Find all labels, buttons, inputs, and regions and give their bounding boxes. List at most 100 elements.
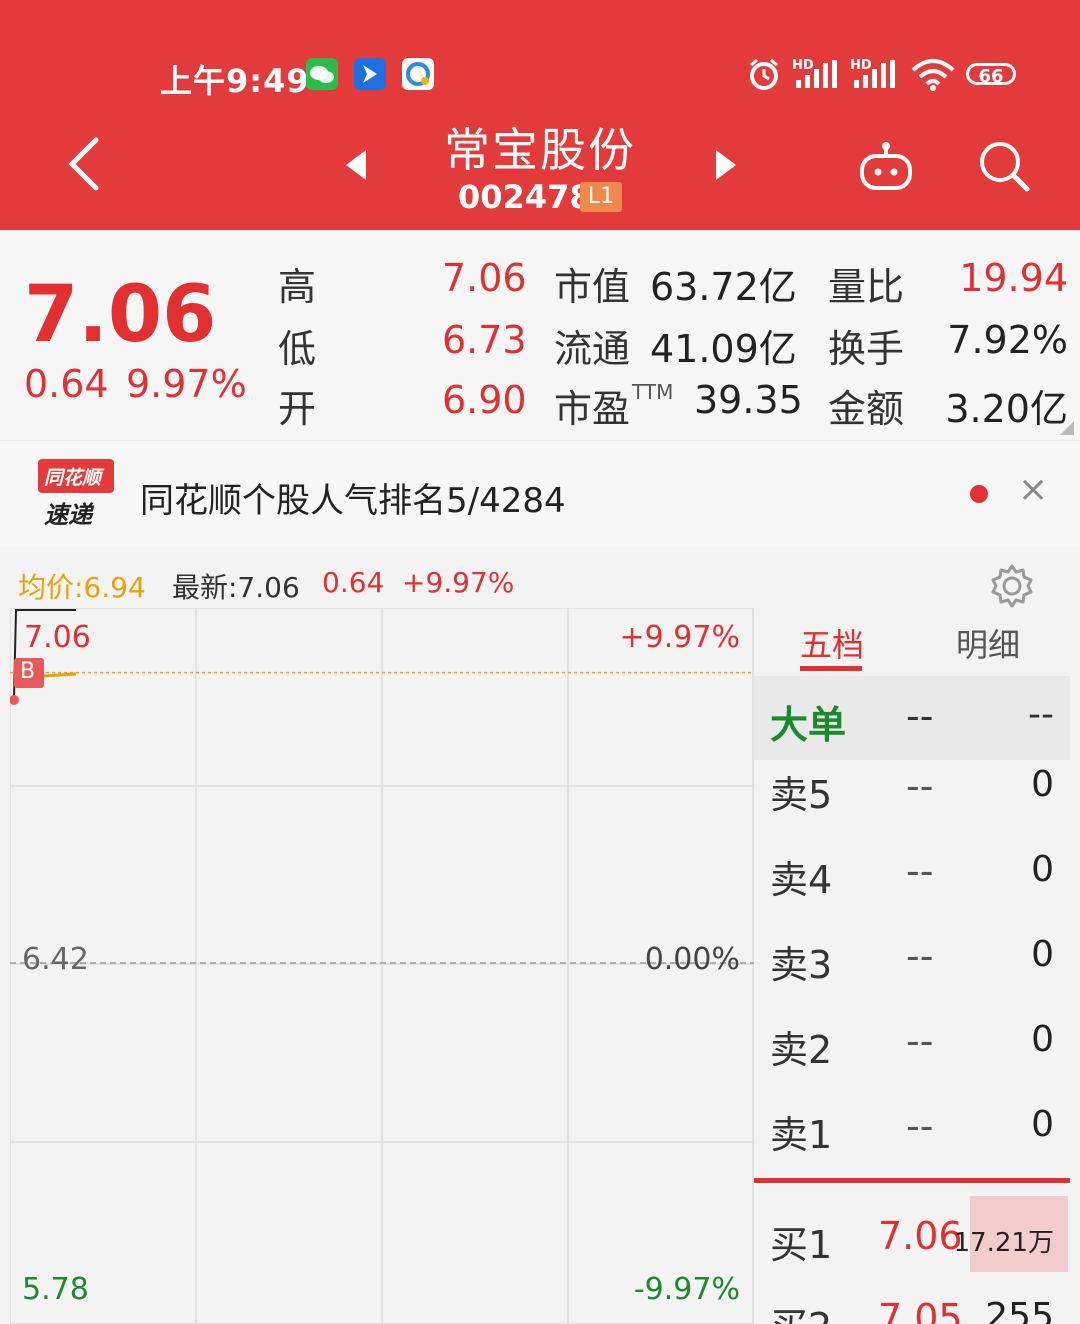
high-label: 高 [278, 265, 317, 309]
banner-close-button[interactable]: × [1018, 469, 1048, 510]
pe-value: 39.35 [694, 378, 803, 422]
current-price: 7.06 [24, 270, 217, 360]
stock-name: 常宝股份 [444, 123, 636, 177]
price-change: 0.64 [24, 362, 109, 406]
hd-label-2: HD [850, 58, 872, 73]
big-order-label: 大单 [770, 703, 847, 747]
sell-price: -- [906, 934, 934, 978]
big-order-v1: -- [906, 694, 934, 738]
sell-vol: 0 [1031, 849, 1054, 890]
price-point [10, 695, 19, 705]
tab-five-levels[interactable]: 五档 [800, 620, 864, 666]
sell-row: 卖1 -- 0 [754, 1084, 1070, 1168]
buy-vol: 255 [985, 1296, 1054, 1324]
amount-value: 3.20亿 [945, 387, 1068, 431]
ths-logo-icon: 同花顺 [38, 459, 114, 493]
sell-vol: 0 [1031, 764, 1054, 805]
high-value: 7.06 [442, 256, 527, 300]
low-label: 低 [278, 327, 317, 371]
sell-row: 卖2 -- 0 [754, 999, 1070, 1083]
mktcap-label: 市值 [554, 265, 631, 309]
wechat-icon [306, 58, 338, 90]
pe-ttm-sup: TTM [632, 380, 674, 404]
sell-label: 卖3 [770, 943, 833, 987]
quote-panel: 7.06 0.64 9.97% 高 低 开 7.06 6.73 6.90 市值 … [0, 230, 1080, 440]
robot-icon[interactable] [856, 140, 916, 198]
expand-corner-icon[interactable] [1060, 420, 1074, 439]
sell-vol: 0 [1031, 1019, 1054, 1060]
buy-marker: B [14, 658, 44, 688]
buy-label: 买2 [770, 1296, 832, 1324]
buy-vol: 17.21万 [953, 1228, 1054, 1258]
pe-label: 市盈 [554, 387, 631, 431]
send-app-icon [354, 58, 386, 90]
sell-vol: 0 [1031, 1104, 1054, 1145]
sell-vol: 0 [1031, 934, 1054, 975]
wifi-icon [910, 56, 956, 96]
battery-indicator: 66 [966, 63, 1016, 87]
signal-icon: HD [792, 58, 842, 96]
buy-row: 买1 7.06 17.21万 [754, 1196, 1070, 1280]
turnover-value: 7.92% [947, 318, 1068, 362]
alarm-icon [746, 56, 782, 96]
y-axis-mid-tick: 6.42 [22, 942, 89, 977]
search-icon[interactable] [976, 138, 1032, 198]
sell-price: -- [906, 764, 934, 808]
y-axis-bottom-tick: 5.78 [22, 1272, 89, 1307]
open-label: 开 [278, 387, 317, 431]
float-value: 41.09亿 [650, 327, 797, 371]
avg-price-label: 均价:6.94 [18, 571, 146, 604]
amount-label: 金额 [828, 387, 905, 431]
chat-app-icon [402, 58, 434, 90]
sell-price: -- [906, 1104, 934, 1148]
buy-price: 7.05 [878, 1296, 963, 1324]
chart-change-pct: +9.97% [402, 566, 515, 599]
sell-buy-divider [754, 1178, 1070, 1183]
mktcap-value: 63.72亿 [650, 265, 797, 309]
sell-row: 卖3 -- 0 [754, 914, 1070, 998]
turnover-label: 换手 [828, 327, 905, 371]
buy-price: 7.06 [878, 1214, 963, 1258]
popularity-banner[interactable]: 同花顺 速递 同花顺个股人气排名5/4284 × [0, 440, 1080, 547]
latest-price-label: 最新:7.06 [172, 571, 300, 604]
status-time: 上午9:49 [160, 62, 310, 100]
buy-label: 买1 [770, 1223, 833, 1267]
sell-price: -- [906, 1019, 934, 1063]
buy-marker-label: B [20, 659, 36, 684]
intraday-price-chart[interactable] [10, 608, 754, 1324]
y-axis-top-tick: 7.06 [24, 620, 91, 655]
y-right-bottom-tick: -9.97% [633, 1272, 740, 1307]
float-label: 流通 [554, 327, 631, 371]
vol-ratio-label: 量比 [828, 265, 905, 309]
vol-ratio-value: 19.94 [959, 256, 1068, 300]
y-right-top-tick: +9.97% [619, 620, 740, 655]
buy-row: 买2 7.05 255 [754, 1280, 1070, 1324]
hd-label: HD [792, 58, 814, 73]
sell-label: 卖4 [770, 858, 833, 902]
stock-code: 002478 [458, 178, 592, 216]
settings-gear-icon[interactable] [988, 562, 1036, 614]
unread-dot [970, 485, 988, 503]
sell-row: 卖5 -- 0 [754, 744, 1070, 828]
intraday-chart-panel: 均价:6.94 最新:7.06 0.64 +9.97% 7.06 6.42 5.… [0, 552, 1080, 1324]
sell-price: -- [906, 849, 934, 893]
big-order-v2: -- [1028, 694, 1054, 735]
chart-grid [10, 608, 754, 1324]
avg-line-segment [43, 672, 77, 678]
y-right-mid-tick: 0.00% [644, 942, 740, 977]
logo-top-text: 同花顺 [44, 467, 102, 489]
sell-row: 卖4 -- 0 [754, 829, 1070, 913]
active-tab-underline [800, 666, 862, 671]
chart-change: 0.64 [322, 566, 385, 599]
sell-label: 卖1 [770, 1113, 833, 1157]
app-header: 上午9:49 HD HD 66 常宝股份 002478 L1 [0, 0, 1080, 230]
price-change-pct: 9.97% [126, 362, 247, 406]
sell-label: 卖5 [770, 773, 833, 817]
signal-icon-2: HD [850, 58, 900, 96]
open-value: 6.90 [442, 378, 527, 422]
logo-bottom-text: 速递 [44, 501, 92, 529]
banner-text: 同花顺个股人气排名5/4284 [140, 481, 566, 521]
tab-details[interactable]: 明细 [956, 620, 1020, 666]
sell-label: 卖2 [770, 1028, 833, 1072]
low-value: 6.73 [442, 318, 527, 362]
